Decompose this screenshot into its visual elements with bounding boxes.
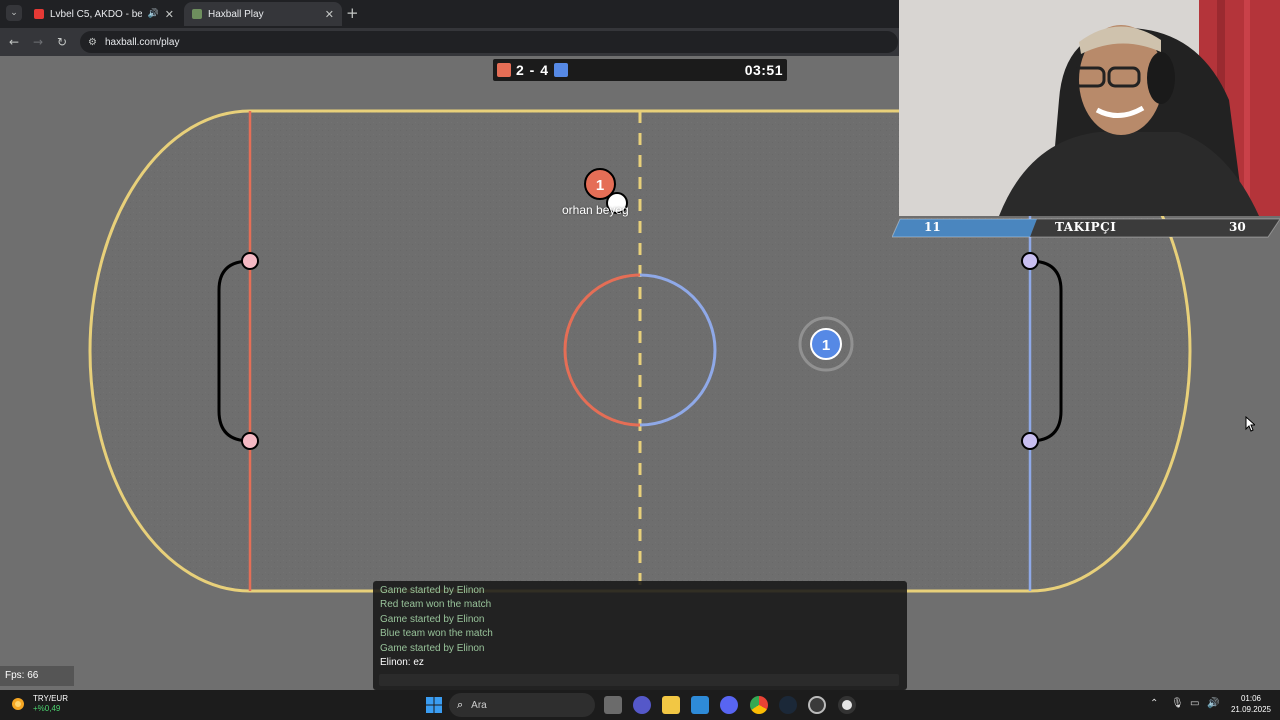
search-placeholder: Ara	[471, 699, 487, 711]
red-goal-post	[241, 252, 259, 270]
streamer-image	[899, 0, 1280, 216]
chat-line: Game started by Elinon	[380, 613, 485, 625]
tab-youtube[interactable]: Lvbel C5, AKDO - behzat ç 🔊 ✕	[26, 2, 182, 26]
chat-line: Red team won the match	[380, 599, 492, 611]
follower-count: 11	[924, 220, 941, 234]
clock-date: 21.09.2025	[1230, 705, 1272, 714]
blue-goal-post	[1021, 432, 1039, 450]
microphone-icon[interactable]: 🎙	[1171, 698, 1184, 709]
discord-icon[interactable]	[720, 696, 738, 714]
blue-team-square	[554, 63, 569, 77]
tab-title: Haxball Play	[208, 8, 264, 20]
task-view-icon[interactable]	[604, 696, 622, 714]
webcam-video	[899, 0, 1280, 216]
network-icon[interactable]: ▭	[1190, 698, 1199, 709]
youtube-icon	[34, 9, 44, 19]
match-timer: 03:51	[744, 62, 783, 78]
url-text: haxball.com/play	[104, 36, 180, 48]
tab-haxball[interactable]: Haxball Play ✕	[184, 2, 342, 26]
close-icon[interactable]: ✕	[165, 8, 174, 21]
haxball-icon	[192, 9, 202, 19]
close-icon[interactable]: ✕	[325, 8, 334, 21]
chat-line: Game started by Elinon	[380, 585, 485, 596]
steam-icon[interactable]	[779, 696, 797, 714]
widget-value: +%0,49	[33, 704, 61, 713]
taskbar-search[interactable]: ⌕ Ara	[449, 693, 595, 717]
chat-box: Game started by Elinon Red team won the …	[373, 581, 907, 690]
chat-line: Elinon: ez	[380, 656, 424, 668]
windows-taskbar: TRY/EUR +%0,49 ⌕ Ara ⌃ 🎙 ▭ 🔊 01:06 21.09…	[0, 690, 1280, 720]
site-info-icon[interactable]: ⚙	[88, 37, 97, 48]
currency-widget-icon	[12, 698, 24, 710]
teams-icon[interactable]	[633, 696, 651, 714]
clock-time: 01:06	[1240, 694, 1262, 703]
app-icon[interactable]	[838, 696, 856, 714]
reload-icon[interactable]: ↻	[54, 34, 70, 50]
url-field[interactable]: ⚙ haxball.com/play	[80, 31, 898, 53]
red-player-number: 1	[596, 177, 604, 194]
red-team-square	[497, 63, 511, 77]
chat-input[interactable]	[379, 674, 899, 686]
follower-goal-bar: 11 TAKIPÇI 30	[892, 218, 1280, 238]
new-tab-plus-icon[interactable]: +	[346, 5, 359, 21]
forward-arrow-icon[interactable]: →	[30, 34, 46, 50]
show-hidden-icons-chevron-icon[interactable]: ⌃	[1150, 698, 1158, 709]
obs-icon[interactable]	[808, 696, 826, 714]
tab-search-chevron-icon[interactable]: ⌄	[6, 5, 22, 21]
red-player-name: orhan beyeg	[562, 203, 629, 217]
speaker-icon[interactable]: 🔊	[148, 9, 159, 19]
fps-counter: Fps: 66	[0, 666, 74, 686]
search-icon: ⌕	[457, 698, 464, 711]
blue-player-number: 1	[822, 337, 830, 354]
back-arrow-icon[interactable]: ←	[6, 34, 22, 50]
chat-line: Game started by Elinon	[380, 642, 485, 654]
system-clock[interactable]: 01:06 21.09.2025	[1228, 693, 1274, 715]
volume-icon[interactable]: 🔊	[1207, 698, 1219, 709]
mouse-cursor-icon	[1245, 416, 1255, 432]
chrome-icon[interactable]	[750, 696, 768, 714]
widgets-button[interactable]: TRY/EUR +%0,49	[10, 694, 68, 714]
tab-title: Lvbel C5, AKDO - behzat ç	[50, 8, 142, 20]
windows-start-icon[interactable]	[425, 696, 443, 714]
widget-title: TRY/EUR	[33, 694, 68, 703]
file-explorer-icon[interactable]	[662, 696, 680, 714]
blue-goal-post	[1021, 252, 1039, 270]
follower-goal: 30	[1229, 220, 1246, 234]
chat-line: Blue team won the match	[380, 628, 493, 640]
photos-icon[interactable]	[691, 696, 709, 714]
scoreboard: 2 - 4 03:51	[493, 59, 787, 81]
score-text: 2 - 4	[516, 62, 550, 78]
follower-label: TAKIPÇI	[1055, 220, 1117, 234]
red-goal-post	[241, 432, 259, 450]
